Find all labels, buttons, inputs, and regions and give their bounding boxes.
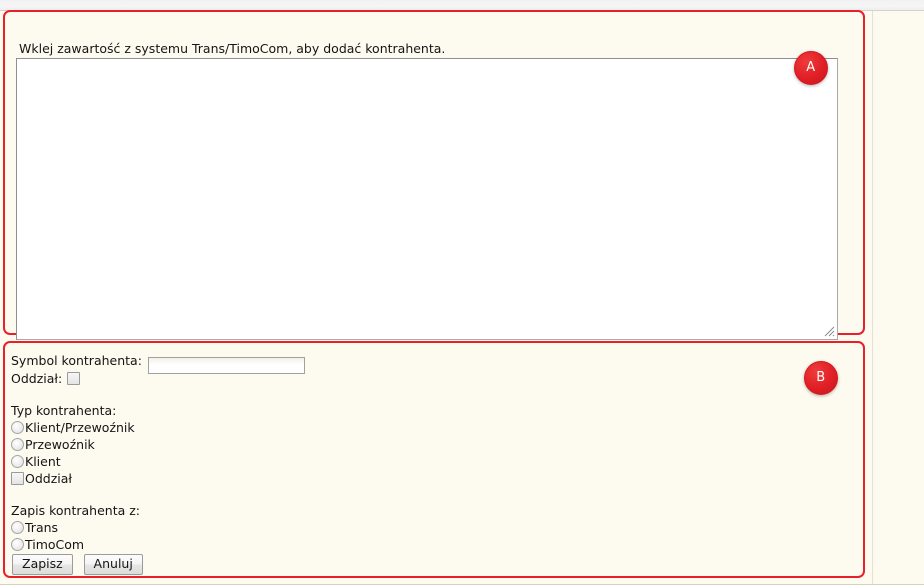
save-source-option-timocom[interactable]: TimoCom [11, 537, 84, 552]
option-label: Oddział [25, 471, 72, 486]
contractor-type-option-klient[interactable]: Klient [11, 454, 61, 469]
paste-panel-annotation-box: Wklej zawartość z systemu Trans/TimoCom,… [3, 10, 865, 340]
radio-icon[interactable] [11, 438, 24, 451]
paste-instruction-label: Wklej zawartość z systemu Trans/TimoCom,… [19, 41, 446, 56]
paste-textarea[interactable] [17, 59, 837, 339]
contractor-type-option-przewoznik[interactable]: Przewoźnik [11, 437, 95, 452]
cancel-button[interactable]: Anuluj [83, 554, 143, 575]
option-label: Trans [25, 520, 59, 535]
save-source-option-trans[interactable]: Trans [11, 520, 58, 535]
form-action-buttons: Zapisz Anuluj [12, 554, 150, 575]
radio-icon[interactable] [11, 538, 24, 551]
radio-icon[interactable] [11, 521, 24, 534]
annotation-badge-a: A [794, 51, 828, 85]
save-source-group-title: Zapis kontrahenta z: [11, 503, 141, 518]
checkbox-icon[interactable] [11, 472, 24, 485]
branch-checkbox[interactable] [67, 372, 81, 385]
paste-textarea-wrapper[interactable] [16, 58, 838, 340]
details-panel-annotation-box [3, 341, 865, 578]
option-label: Klient [25, 454, 61, 469]
radio-icon[interactable] [11, 421, 24, 434]
option-label: TimoCom [25, 537, 85, 552]
branch-field-row: Oddział: [11, 371, 81, 386]
symbol-input[interactable] [147, 356, 305, 374]
contractor-type-option-oddzial[interactable]: Oddział [11, 471, 72, 486]
save-button[interactable]: Zapisz [12, 554, 73, 575]
contractor-type-option-klient-przewoznik[interactable]: Klient/Przewoźnik [11, 420, 135, 435]
annotation-badge-b: B [804, 361, 838, 395]
option-label: Przewoźnik [25, 437, 95, 452]
radio-icon[interactable] [11, 455, 24, 468]
option-label: Klient/Przewoźnik [25, 420, 135, 435]
branch-label: Oddział: [11, 371, 63, 386]
symbol-label: Symbol kontrahenta: [11, 353, 142, 368]
contractor-type-group-title: Typ kontrahenta: [11, 403, 117, 418]
page-right-margin [872, 11, 924, 585]
